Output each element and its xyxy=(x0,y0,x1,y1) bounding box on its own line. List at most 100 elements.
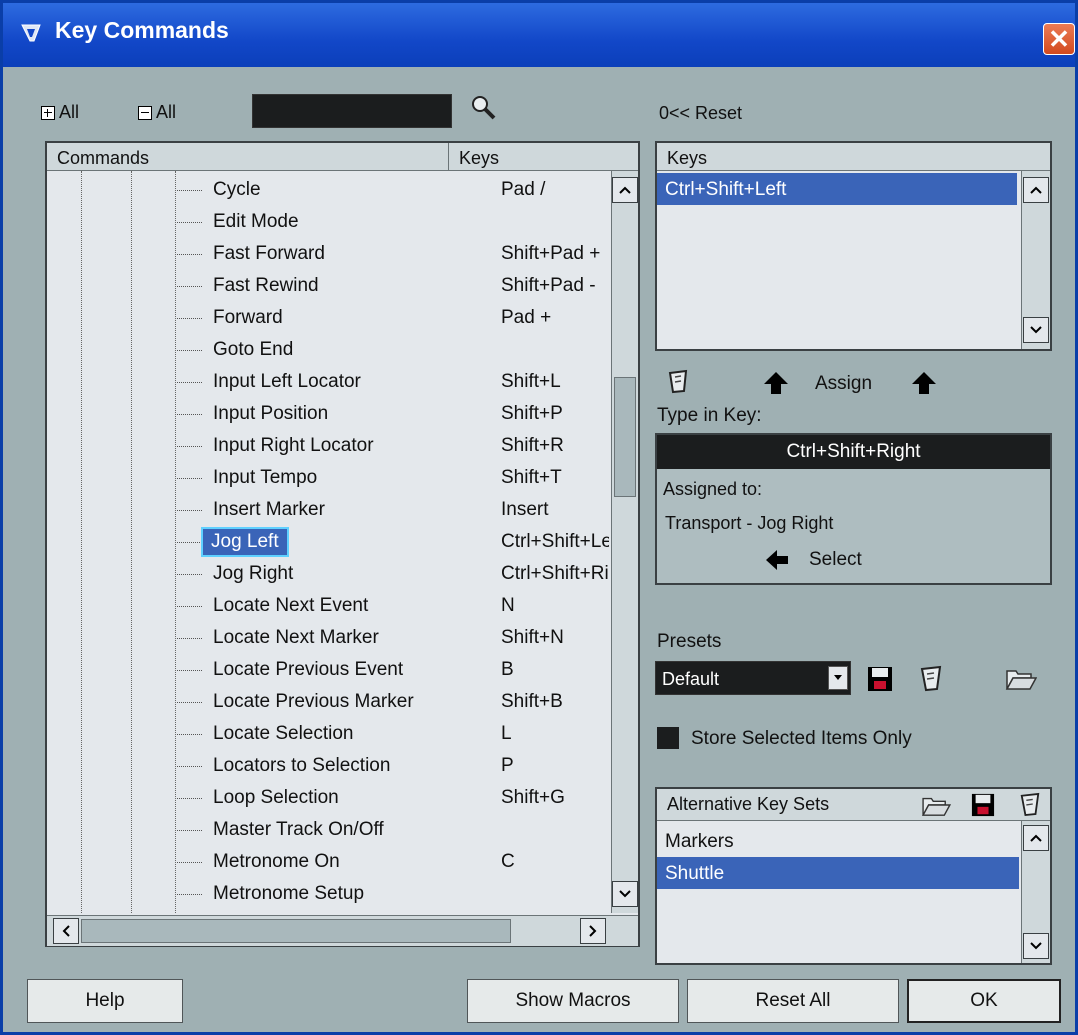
table-row[interactable]: Jog Left Ctrl+Shift+Left xyxy=(47,527,609,559)
scroll-thumb[interactable] xyxy=(614,377,636,497)
table-row[interactable]: Cycle Pad / xyxy=(47,175,609,207)
table-row[interactable]: Input Tempo Shift+T xyxy=(47,463,609,495)
key-sets-scrollbar[interactable] xyxy=(1021,821,1050,963)
tree-connector xyxy=(177,478,202,479)
tree-connector xyxy=(177,894,202,895)
table-row[interactable]: Fast Forward Shift+Pad + xyxy=(47,239,609,271)
command-name: Loop Selection xyxy=(213,787,339,808)
table-row[interactable]: Edit Mode xyxy=(47,207,609,239)
table-row[interactable]: Locators to Selection P xyxy=(47,751,609,783)
search-icon[interactable] xyxy=(469,93,499,123)
assigned-key-item[interactable]: Ctrl+Shift+Left xyxy=(657,173,1017,205)
trash-icon[interactable] xyxy=(919,664,943,692)
command-name: Locate Selection xyxy=(213,723,354,744)
table-row[interactable]: Locate Previous Marker Shift+B xyxy=(47,687,609,719)
horizontal-scroll-thumb[interactable] xyxy=(81,919,511,943)
search-input[interactable] xyxy=(252,94,452,128)
arrow-up-icon[interactable] xyxy=(763,371,789,395)
show-macros-button[interactable]: Show Macros xyxy=(467,979,679,1023)
title-bar[interactable]: Key Commands ✕ xyxy=(3,3,1075,67)
scroll-up-button[interactable] xyxy=(612,177,638,203)
command-name: Jog Right xyxy=(213,563,294,584)
save-icon[interactable] xyxy=(971,793,995,817)
command-keys: L xyxy=(501,723,512,744)
command-keys: Shift+Pad - xyxy=(501,275,596,296)
dropdown-arrow-button[interactable] xyxy=(828,666,848,690)
trash-icon[interactable] xyxy=(1019,791,1041,817)
open-folder-icon[interactable] xyxy=(1005,665,1037,691)
table-row[interactable]: Input Right Locator Shift+R xyxy=(47,431,609,463)
command-name: Input Position xyxy=(213,403,329,424)
chevron-right-icon xyxy=(589,925,597,937)
keys-column-header[interactable]: Keys xyxy=(449,143,638,171)
expand-all-label: All xyxy=(59,102,80,122)
close-button[interactable]: ✕ xyxy=(1043,23,1075,55)
ok-button[interactable]: OK xyxy=(907,979,1061,1023)
expand-all-button[interactable]: All xyxy=(41,102,79,123)
presets-label: Presets xyxy=(657,631,722,652)
tree-line xyxy=(175,171,176,913)
command-keys: Shift+N xyxy=(501,627,564,648)
scroll-up-button[interactable] xyxy=(1023,825,1049,851)
table-row[interactable]: Jog Right Ctrl+Shift+Right xyxy=(47,559,609,591)
commands-horizontal-scrollbar[interactable] xyxy=(47,915,638,946)
command-name: Edit Mode xyxy=(213,211,299,232)
command-name: Input Right Locator xyxy=(213,435,374,456)
scroll-down-button[interactable] xyxy=(1023,317,1049,343)
scroll-right-button[interactable] xyxy=(580,918,606,944)
tree-connector xyxy=(177,766,202,767)
minus-box-icon xyxy=(138,105,152,120)
commands-column-header[interactable]: Commands xyxy=(47,143,449,171)
key-set-shuttle[interactable]: Shuttle xyxy=(657,857,1019,889)
tree-connector xyxy=(177,734,202,735)
trash-icon[interactable] xyxy=(667,368,689,394)
assign-button[interactable]: Assign xyxy=(815,373,872,395)
tree-connector xyxy=(177,574,202,575)
table-row[interactable]: Metronome Setup xyxy=(47,879,609,911)
select-button[interactable]: Select xyxy=(809,549,862,571)
command-keys: Shift+P xyxy=(501,403,563,424)
tree-connector xyxy=(177,318,202,319)
key-commands-window: Key Commands ✕ All All Commands Keys Cyc… xyxy=(0,0,1078,1035)
keys-list-header[interactable]: Keys xyxy=(657,143,1050,171)
scroll-down-button[interactable] xyxy=(1023,933,1049,959)
table-row[interactable]: Goto End xyxy=(47,335,609,367)
table-row[interactable]: Input Left Locator Shift+L xyxy=(47,367,609,399)
assigned-keys-list: Keys Ctrl+Shift+Left xyxy=(655,141,1052,351)
command-keys: Shift+B xyxy=(501,691,563,712)
open-folder-icon[interactable] xyxy=(921,793,951,817)
table-row[interactable]: Loop Selection Shift+G xyxy=(47,783,609,815)
table-row[interactable]: Locate Previous Event B xyxy=(47,655,609,687)
scroll-up-button[interactable] xyxy=(1023,177,1049,203)
table-row[interactable]: Forward Pad + xyxy=(47,303,609,335)
commands-vertical-scrollbar[interactable] xyxy=(611,171,638,913)
table-row[interactable]: Insert Marker Insert xyxy=(47,495,609,527)
reset-all-button[interactable]: Reset All xyxy=(687,979,899,1023)
chevron-down-icon xyxy=(1030,942,1042,950)
table-row[interactable]: Input Position Shift+P xyxy=(47,399,609,431)
presets-dropdown[interactable]: Default xyxy=(655,661,851,695)
collapse-all-button[interactable]: All xyxy=(138,102,176,123)
type-in-key-input[interactable]: Ctrl+Shift+Right xyxy=(657,435,1050,469)
save-icon[interactable] xyxy=(867,666,893,692)
table-row[interactable]: Locate Selection L xyxy=(47,719,609,751)
key-set-markers[interactable]: Markers xyxy=(657,825,1019,857)
chevron-down-icon xyxy=(834,675,842,680)
table-row[interactable]: Fast Rewind Shift+Pad - xyxy=(47,271,609,303)
arrow-left-icon[interactable] xyxy=(765,549,789,571)
tree-connector xyxy=(177,190,202,191)
arrow-up-icon[interactable] xyxy=(911,371,937,395)
table-row[interactable]: Locate Next Marker Shift+N xyxy=(47,623,609,655)
store-selected-checkbox[interactable] xyxy=(657,727,679,749)
scroll-down-button[interactable] xyxy=(612,881,638,907)
table-row[interactable]: Metronome On C xyxy=(47,847,609,879)
keys-list-scrollbar[interactable] xyxy=(1021,171,1050,349)
command-name: Locate Previous Marker xyxy=(213,691,414,712)
table-row[interactable]: Locate Next Event N xyxy=(47,591,609,623)
tree-connector xyxy=(177,798,202,799)
help-button[interactable]: Help xyxy=(27,979,183,1023)
scroll-left-button[interactable] xyxy=(53,918,79,944)
commands-list: Cycle Pad / Edit Mode Fast Forward Shift+Pad… xyxy=(47,171,609,913)
table-row[interactable]: Master Track On/Off xyxy=(47,815,609,847)
reset-button[interactable]: 0<< Reset xyxy=(659,103,742,124)
